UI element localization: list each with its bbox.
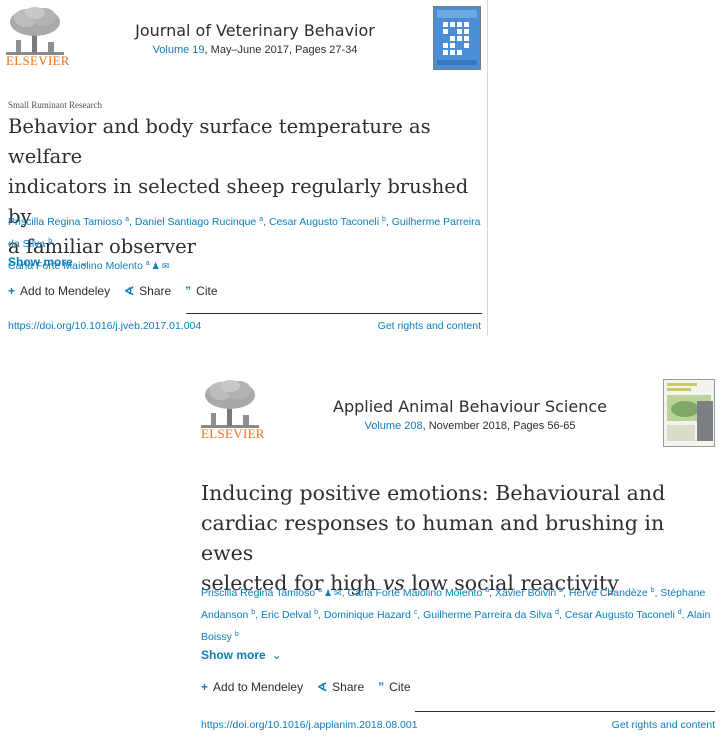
show-more-button[interactable]: Show more ⌄ bbox=[201, 648, 282, 662]
article-title: Inducing positive emotions: Behavioural … bbox=[201, 478, 721, 598]
share-button[interactable]: ∢ Share bbox=[317, 680, 364, 694]
affiliation-sup[interactable]: b bbox=[382, 216, 386, 223]
cite-label: Cite bbox=[389, 680, 411, 694]
journal-title[interactable]: Applied Animal Behaviour Science bbox=[290, 397, 650, 416]
elsevier-logo[interactable]: ELSEVIER bbox=[6, 6, 70, 68]
affiliation-sup[interactable]: a bbox=[318, 587, 322, 594]
affiliation-sup[interactable]: d bbox=[678, 609, 682, 616]
show-more-label: Show more bbox=[201, 648, 266, 662]
divider bbox=[186, 313, 482, 314]
quote-icon: ” bbox=[378, 680, 385, 694]
volume-link[interactable]: Volume 208 bbox=[365, 420, 423, 432]
article-card-1: ELSEVIER Journal of Veterinary Behavior … bbox=[0, 0, 488, 336]
chevron-down-icon: ⌄ bbox=[78, 255, 89, 269]
plus-icon: + bbox=[8, 284, 16, 298]
volume-line: Volume 19, May–June 2017, Pages 27-34 bbox=[80, 44, 430, 56]
elsevier-logo[interactable]: ELSEVIER bbox=[201, 379, 265, 441]
affiliation-sup[interactable]: c bbox=[414, 609, 418, 616]
email-icon[interactable]: ✉ bbox=[162, 261, 170, 271]
share-label: Share bbox=[332, 680, 365, 694]
doi-link[interactable]: https://doi.org/10.1016/j.applanim.2018.… bbox=[201, 719, 418, 731]
get-rights-link[interactable]: Get rights and content bbox=[515, 719, 715, 731]
title-line: cardiac responses to human and brushing … bbox=[201, 511, 665, 565]
affiliation-sup[interactable]: b bbox=[559, 587, 563, 594]
title-line: Inducing positive emotions: Behavioural … bbox=[201, 481, 666, 505]
affiliation-sup[interactable]: a bbox=[485, 587, 489, 594]
doi-link[interactable]: https://doi.org/10.1016/j.jveb.2017.01.0… bbox=[8, 320, 201, 332]
affiliation-sup[interactable]: a bbox=[125, 216, 129, 223]
volume-link[interactable]: Volume 19 bbox=[153, 44, 205, 56]
article-actions: + Add to Mendeley ∢ Share ” Cite bbox=[201, 680, 411, 694]
affiliation-sup[interactable]: b bbox=[235, 631, 239, 638]
author-link[interactable]: Daniel Santiago Rucinque bbox=[135, 216, 256, 228]
quote-icon: ” bbox=[185, 284, 192, 298]
author-link[interactable]: Cesar Augusto Taconeli bbox=[565, 609, 675, 621]
share-icon: ∢ bbox=[124, 284, 135, 298]
show-more-button[interactable]: Show more ⌄ bbox=[8, 255, 89, 269]
elsevier-tree-icon bbox=[6, 7, 64, 55]
affiliation-sup[interactable]: b bbox=[48, 238, 52, 245]
author-link[interactable]: Priscilla Regina Tamioso bbox=[8, 216, 122, 228]
person-icon[interactable]: ♟ bbox=[152, 261, 160, 271]
person-icon[interactable]: ♟ bbox=[324, 588, 332, 598]
show-more-label: Show more bbox=[8, 255, 73, 269]
share-icon: ∢ bbox=[317, 680, 328, 694]
issue-pages: , November 2018, Pages 56-65 bbox=[422, 420, 576, 432]
author-link[interactable]: Dominique Hazard bbox=[324, 609, 411, 621]
article-card-2: ELSEVIER Applied Animal Behaviour Scienc… bbox=[195, 372, 722, 739]
cite-label: Cite bbox=[196, 284, 218, 298]
author-link[interactable]: Priscilla Regina Tamioso bbox=[201, 587, 315, 599]
journal-cover-thumbnail[interactable] bbox=[663, 379, 715, 452]
author-link[interactable]: Carla Forte Maiolino Molento bbox=[347, 587, 482, 599]
get-rights-link[interactable]: Get rights and content bbox=[300, 320, 481, 332]
share-button[interactable]: ∢ Share bbox=[124, 284, 171, 298]
title-line: Behavior and body surface temperature as… bbox=[8, 115, 431, 168]
chevron-down-icon: ⌄ bbox=[271, 648, 282, 662]
author-link[interactable]: Guilherme Parreira da Silva bbox=[423, 609, 552, 621]
email-icon[interactable]: ✉ bbox=[334, 588, 342, 598]
elsevier-wordmark: ELSEVIER bbox=[201, 426, 265, 441]
journal-cover-thumbnail[interactable] bbox=[433, 6, 481, 75]
affiliation-sup[interactable]: a bbox=[259, 216, 263, 223]
affiliation-sup[interactable]: d bbox=[555, 609, 559, 616]
issue-pages: , May–June 2017, Pages 27-34 bbox=[204, 44, 358, 56]
author-link[interactable]: Eric Delval bbox=[261, 609, 311, 621]
share-label: Share bbox=[139, 284, 172, 298]
affiliation-sup[interactable]: b bbox=[651, 587, 655, 594]
volume-line: Volume 208, November 2018, Pages 56-65 bbox=[290, 420, 650, 432]
affiliation-sup[interactable]: a bbox=[146, 260, 150, 267]
add-to-mendeley-button[interactable]: + Add to Mendeley bbox=[8, 284, 110, 298]
add-to-mendeley-button[interactable]: + Add to Mendeley bbox=[201, 680, 303, 694]
author-link[interactable]: Cesar Augusto Taconeli bbox=[269, 216, 379, 228]
cite-button[interactable]: ” Cite bbox=[378, 680, 410, 694]
author-link[interactable]: Xavier Boivin bbox=[495, 587, 556, 599]
journal-header: Applied Animal Behaviour Science Volume … bbox=[290, 397, 650, 432]
elsevier-wordmark: ELSEVIER bbox=[6, 53, 70, 68]
journal-header: Journal of Veterinary Behavior Volume 19… bbox=[80, 21, 430, 56]
author-link[interactable]: Hervé Chandèze bbox=[569, 587, 648, 599]
divider bbox=[415, 711, 715, 712]
article-actions: + Add to Mendeley ∢ Share ” Cite bbox=[8, 284, 218, 298]
elsevier-tree-icon bbox=[201, 380, 259, 428]
plus-icon: + bbox=[201, 680, 209, 694]
journal-cover-image bbox=[433, 6, 481, 70]
journal-cover-image bbox=[663, 379, 715, 447]
cite-button[interactable]: ” Cite bbox=[185, 284, 217, 298]
affiliation-sup[interactable]: b bbox=[314, 609, 318, 616]
author-list: Priscilla Regina Tamioso a ♟ ✉, Carla Fort… bbox=[201, 587, 711, 643]
affiliation-sup[interactable]: b bbox=[251, 609, 255, 616]
article-category: Small Ruminant Research bbox=[8, 100, 102, 110]
mendeley-label: Add to Mendeley bbox=[20, 284, 111, 298]
journal-title[interactable]: Journal of Veterinary Behavior bbox=[80, 21, 430, 40]
mendeley-label: Add to Mendeley bbox=[213, 680, 304, 694]
